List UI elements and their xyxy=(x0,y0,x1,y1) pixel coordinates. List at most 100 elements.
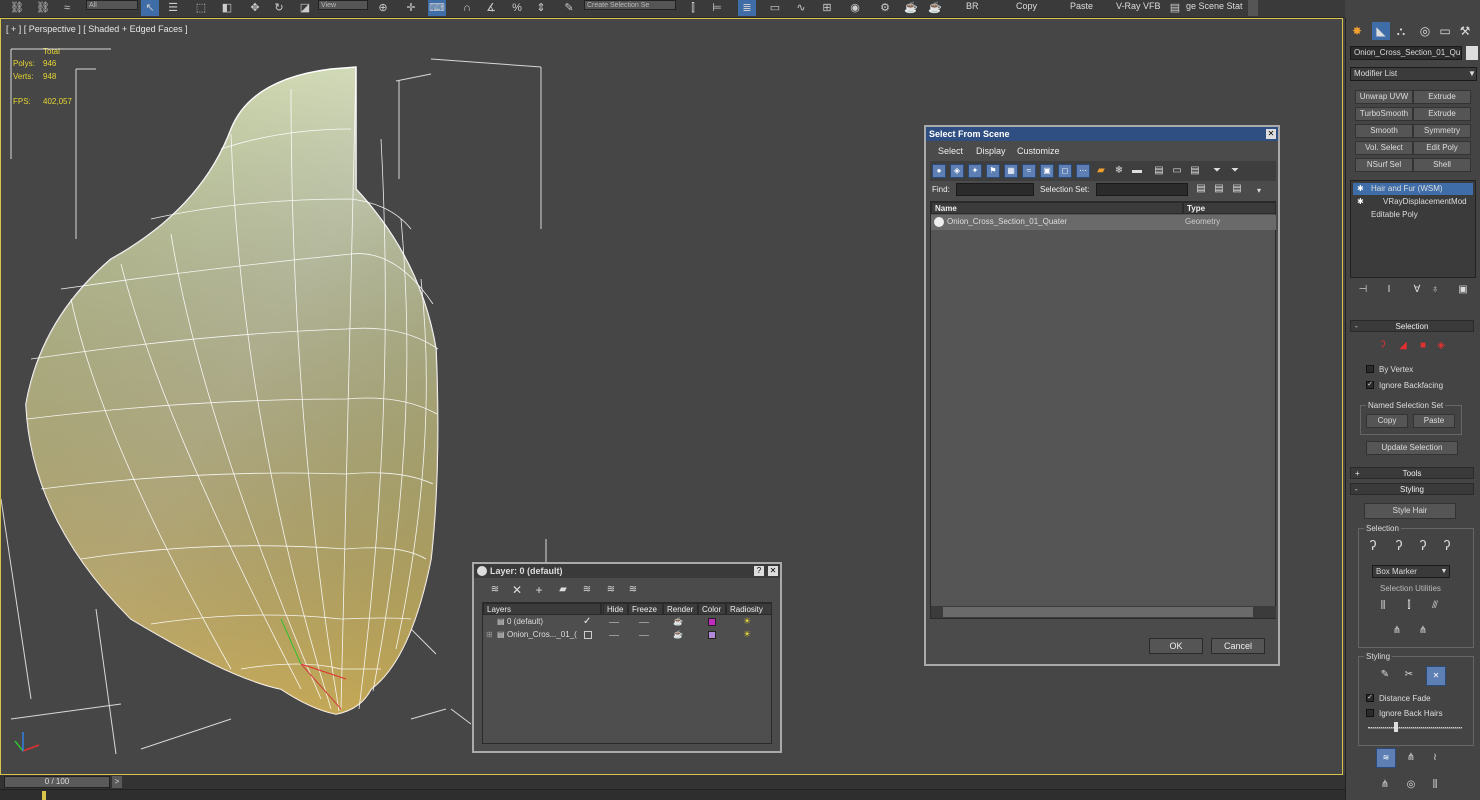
selection-filter-dropdown[interactable]: All xyxy=(86,0,138,10)
add-to-set-icon[interactable]: ▤ xyxy=(1212,182,1226,196)
menu-display[interactable]: Display xyxy=(976,146,1006,156)
modifier-list-dropdown[interactable]: Modifier List xyxy=(1350,67,1477,81)
help-icon[interactable]: ? xyxy=(754,566,764,576)
menu-select[interactable]: Select xyxy=(938,146,963,156)
add-to-layer-icon[interactable]: + xyxy=(532,583,546,597)
show-hidden-icon[interactable]: ⋔ xyxy=(1416,624,1430,638)
modifier-extrude-2-button[interactable]: Extrude xyxy=(1413,107,1471,121)
named-selection-sets-dropdown[interactable]: Create Selection Se xyxy=(584,0,676,10)
invert-display-icon[interactable]: ▤ xyxy=(1188,164,1202,178)
filter-options-icon[interactable]: ⏷ xyxy=(1228,164,1242,178)
trackbar[interactable] xyxy=(0,789,1345,800)
br-label[interactable]: BR xyxy=(966,1,979,11)
scrollbar-thumb[interactable] xyxy=(943,607,1253,617)
paste-selection-button[interactable]: Paste xyxy=(1413,414,1455,428)
translate-brush-icon[interactable]: ≋ xyxy=(1376,748,1396,768)
select-layer-objects-icon[interactable]: ▰ xyxy=(556,583,570,597)
reference-coordinate-dropdown[interactable]: View xyxy=(318,0,368,10)
column-color[interactable]: Color xyxy=(698,603,726,615)
spinner-snap-icon[interactable]: ⇕ xyxy=(532,0,550,16)
chevron-down-icon[interactable]: ▾ xyxy=(1252,184,1266,198)
freeze-all-layers-icon[interactable]: ≋ xyxy=(626,583,640,597)
select-object-icon[interactable]: ↖ xyxy=(141,0,159,16)
close-icon[interactable]: ✕ xyxy=(1266,129,1276,139)
ignore-back-hairs-checkbox[interactable] xyxy=(1366,709,1374,717)
hair-brush-icon[interactable]: ✎ xyxy=(1378,668,1392,682)
keyboard-shortcut-icon[interactable]: ⌨ xyxy=(428,0,446,16)
column-type[interactable]: Type xyxy=(1183,202,1276,214)
display-groups-icon[interactable]: ▣ xyxy=(1040,164,1054,178)
column-name[interactable]: Name xyxy=(931,202,1183,214)
configure-modifier-sets-icon[interactable]: ▣ xyxy=(1456,283,1470,297)
display-cameras-icon[interactable]: ⚑ xyxy=(986,164,1000,178)
layer-color-swatch[interactable] xyxy=(708,631,716,639)
display-none-icon[interactable]: ▭ xyxy=(1170,164,1184,178)
utilities-tab-icon[interactable]: ⚒ xyxy=(1456,22,1474,40)
column-radiosity[interactable]: Radiosity xyxy=(726,603,772,615)
ignore-backfacing-checkbox[interactable]: ✓ xyxy=(1366,381,1374,389)
radiosity-sun-icon[interactable]: ☀ xyxy=(743,629,751,640)
rotate-selection-icon[interactable]: ⫿ xyxy=(1402,599,1416,613)
curve-editor-icon[interactable]: ∿ xyxy=(792,0,810,16)
modifier-turbosmooth-button[interactable]: TurboSmooth xyxy=(1355,107,1413,121)
hair-guides-icon[interactable]: ʔ xyxy=(1376,339,1390,353)
column-freeze[interactable]: Freeze xyxy=(628,603,663,615)
select-by-name-icon[interactable]: ☰ xyxy=(164,0,182,16)
selection-rollout-header[interactable]: - Selection xyxy=(1350,320,1474,332)
table-row[interactable]: ⊞ ▤ Onion_Cros..._01_( ☕ ☀ xyxy=(483,629,772,642)
schematic-view-icon[interactable]: ⊞ xyxy=(818,0,836,16)
remove-from-set-icon[interactable]: ▤ xyxy=(1230,182,1244,196)
table-row[interactable]: Onion_Cross_Section_01_Quater Geometry xyxy=(931,215,1276,230)
layer-manager-icon[interactable]: ≣ xyxy=(738,0,756,16)
expand-selection-icon[interactable]: ⫻ xyxy=(1428,599,1442,613)
stack-item-vray-displacement[interactable]: VRayDisplacementMod xyxy=(1353,196,1473,208)
lightbulb-icon[interactable]: ✱ xyxy=(1357,197,1364,206)
hair-cut-icon[interactable]: ✂ xyxy=(1402,668,1416,682)
select-manipulate-icon[interactable]: ✛ xyxy=(402,0,420,16)
brush-size-slider[interactable] xyxy=(1368,727,1462,729)
scale-icon[interactable]: ◪ xyxy=(296,0,314,16)
style-hair-button[interactable]: Style Hair xyxy=(1364,503,1456,519)
delete-layer-icon[interactable]: ✕ xyxy=(510,583,524,597)
table-row[interactable]: ▤ 0 (default) ✓ ☕ ☀ xyxy=(483,616,772,629)
hide-toggle[interactable] xyxy=(609,635,619,636)
display-helpers-icon[interactable]: ▦ xyxy=(1004,164,1018,178)
vray-vfb-label[interactable]: V-Ray VFB xyxy=(1116,1,1161,11)
close-icon[interactable]: ✕ xyxy=(768,566,778,576)
tools-rollout-header[interactable]: + Tools xyxy=(1350,467,1474,479)
ok-button[interactable]: OK xyxy=(1149,638,1203,654)
chevron-down-icon[interactable]: ▼ xyxy=(1438,565,1450,578)
modifier-smooth-button[interactable]: Smooth xyxy=(1355,124,1413,138)
show-end-result-icon[interactable]: I xyxy=(1382,283,1396,297)
chevron-down-icon[interactable]: ▼ xyxy=(1467,67,1477,81)
angle-snap-icon[interactable]: ∡ xyxy=(482,0,500,16)
layer-dialog-title[interactable]: Layer: 0 (default) xyxy=(474,564,780,578)
freeze-toggle[interactable] xyxy=(639,635,649,636)
create-set-icon[interactable]: ▤ xyxy=(1194,182,1208,196)
dialog-title[interactable]: Select From Scene xyxy=(926,127,1278,141)
invert-selection-icon[interactable]: ⫼ xyxy=(1376,599,1390,613)
expand-icon[interactable]: ⊞ xyxy=(486,630,493,639)
pin-stack-icon[interactable]: ⊣ xyxy=(1356,283,1370,297)
display-spacewarps-icon[interactable]: ≈ xyxy=(1022,164,1036,178)
horizontal-scrollbar[interactable] xyxy=(931,606,1276,618)
unlink-icon[interactable]: ⛓ xyxy=(34,0,52,16)
menu-customize[interactable]: Customize xyxy=(1017,146,1060,156)
radiosity-sun-icon[interactable]: ☀ xyxy=(743,616,751,627)
motion-tab-icon[interactable]: ◎ xyxy=(1416,22,1434,40)
hide-selected-icon[interactable]: ⋔ xyxy=(1390,624,1404,638)
modifier-unwrap-uvw-button[interactable]: Unwrap UVW xyxy=(1355,90,1413,104)
bind-spacewarp-icon[interactable]: ≈ xyxy=(58,0,76,16)
modify-tab-icon[interactable]: ◣ xyxy=(1372,22,1390,40)
hide-all-layers-icon[interactable]: ≋ xyxy=(604,583,618,597)
selection-set-dropdown[interactable] xyxy=(1096,183,1188,196)
column-hide[interactable]: Hide xyxy=(603,603,628,615)
styling-rollout-header[interactable]: - Styling xyxy=(1350,483,1474,495)
align-icon[interactable]: ⊨ xyxy=(708,0,726,16)
highlight-layer-icon[interactable]: ≋ xyxy=(580,583,594,597)
hierarchy-tab-icon[interactable]: ⛬ xyxy=(1392,22,1410,40)
find-input[interactable] xyxy=(956,183,1034,196)
trackbar-cursor[interactable] xyxy=(42,791,46,800)
cancel-button[interactable]: Cancel xyxy=(1211,638,1265,654)
select-guide-vertices-icon[interactable]: ʔ xyxy=(1416,538,1430,552)
